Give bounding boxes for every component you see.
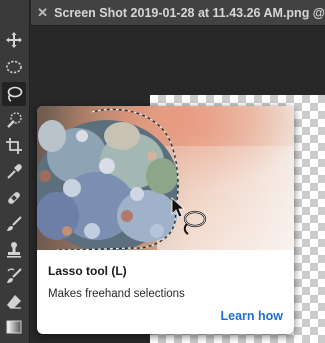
eyedropper-tool-button[interactable]: [2, 160, 26, 184]
eraser-icon: [7, 295, 21, 309]
move-icon: [6, 32, 22, 48]
lasso-demo-image: [37, 106, 294, 250]
eraser-tool-button[interactable]: [2, 290, 26, 314]
gradient-tool-button[interactable]: [2, 315, 26, 339]
rich-tooltip: Lasso tool (L) Makes freehand selections…: [37, 106, 294, 334]
bandage-icon: [8, 192, 20, 204]
marquee-tool-button[interactable]: [2, 55, 26, 79]
history-brush-tool-button[interactable]: [2, 264, 26, 288]
tooltip-title: Lasso tool (L): [48, 264, 127, 278]
lasso-tool-button[interactable]: [2, 82, 26, 106]
quick-selection-icon: [7, 112, 22, 128]
close-icon[interactable]: ✕: [37, 5, 48, 21]
quick-selection-tool-button[interactable]: [2, 108, 26, 132]
healing-brush-tool-button[interactable]: [2, 186, 26, 210]
tools-panel: [0, 0, 30, 343]
crop-tool-button[interactable]: [2, 134, 26, 158]
eyedropper-icon: [7, 164, 22, 179]
gradient-icon: [6, 320, 22, 334]
move-tool-button[interactable]: [2, 28, 26, 52]
learn-how-link[interactable]: Learn how: [220, 309, 283, 323]
clone-stamp-tool-button[interactable]: [2, 238, 26, 262]
brush-icon: [7, 216, 22, 231]
crop-icon: [6, 138, 22, 154]
ellipse-marquee-icon: [6, 60, 22, 74]
document-title: Screen Shot 2019-01-28 at 11.43.26 AM.pn…: [54, 5, 325, 20]
stamp-icon: [7, 242, 21, 258]
brush-tool-button[interactable]: [2, 212, 26, 236]
tooltip-description: Makes freehand selections: [48, 288, 185, 300]
lasso-icon: [7, 86, 23, 102]
history-brush-icon: [7, 268, 22, 283]
document-tab[interactable]: ✕ Screen Shot 2019-01-28 at 11.43.26 AM.…: [31, 0, 325, 26]
